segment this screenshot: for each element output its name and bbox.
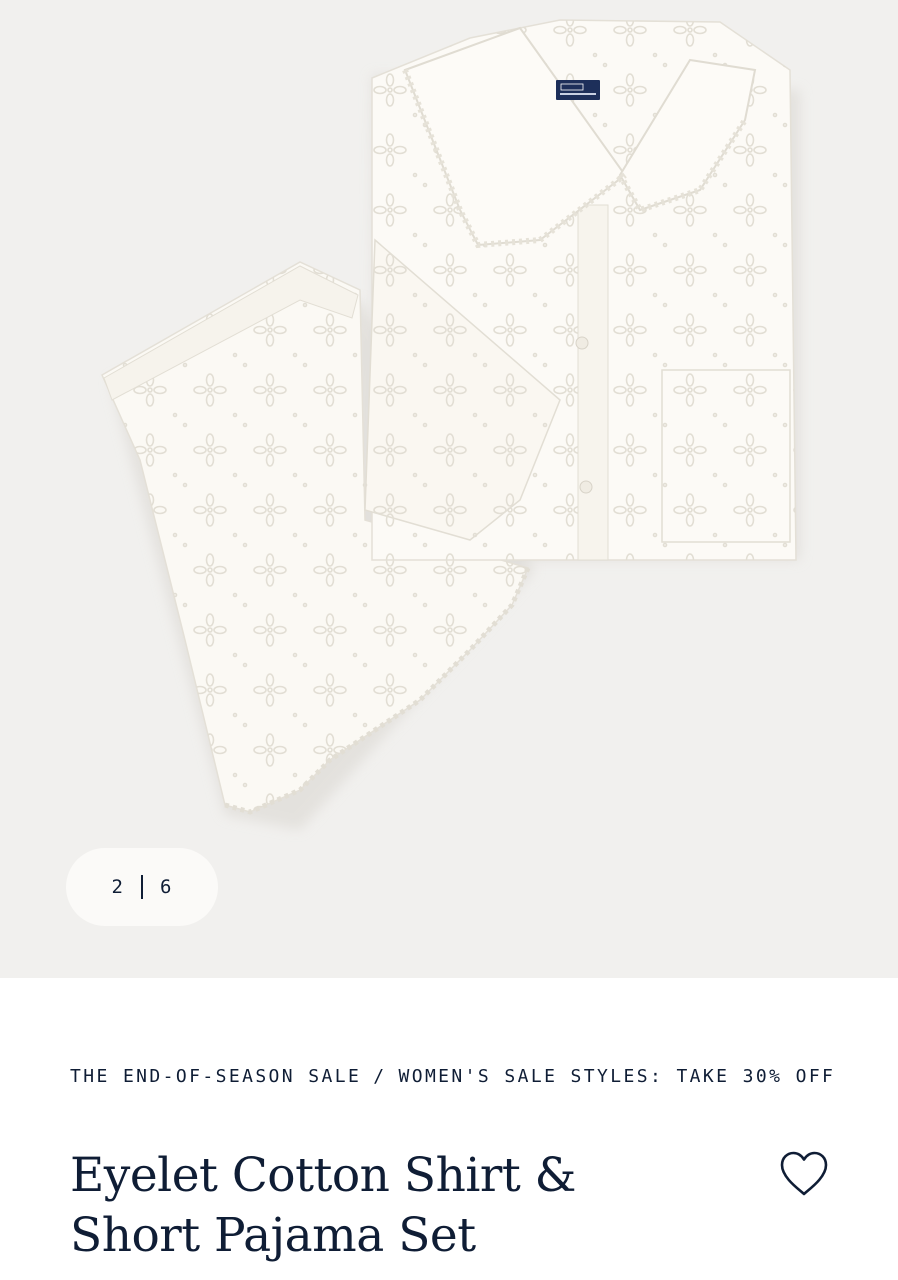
product-image[interactable]	[0, 0, 898, 978]
current-image-index: 2	[111, 876, 124, 898]
breadcrumb-separator: /	[373, 1066, 387, 1087]
wishlist-button[interactable]	[778, 1150, 830, 1198]
counter-divider	[141, 875, 143, 899]
total-image-count: 6	[160, 876, 173, 898]
product-gallery[interactable]: 2 6	[0, 0, 898, 978]
breadcrumb-link-womens-sale[interactable]: WOMEN'S SALE STYLES: TAKE 30% OFF	[398, 1066, 835, 1087]
breadcrumb: THE END-OF-SEASON SALE / WOMEN'S SALE STYL…	[70, 1060, 840, 1093]
heart-outline-icon	[780, 1151, 828, 1196]
image-counter: 2 6	[66, 848, 218, 926]
breadcrumb-link-sale[interactable]: THE END-OF-SEASON SALE	[70, 1066, 361, 1087]
product-title: Eyelet Cotton Shirt & Short Pajama Set	[70, 1148, 577, 1263]
